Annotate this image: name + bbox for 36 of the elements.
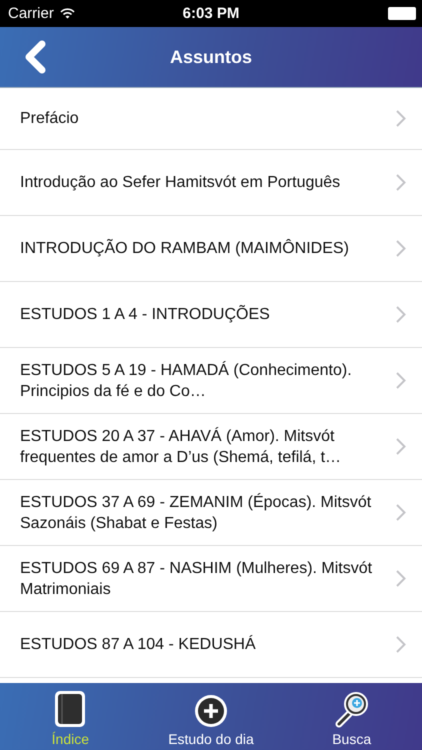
chevron-icon <box>396 570 406 587</box>
wifi-icon <box>60 8 75 19</box>
list-item[interactable]: ESTUDOS 37 A 69 - ZEMANIM (Épocas). Mitsvót Sazonáis (Shabat e Festas) <box>0 480 422 546</box>
item-title: ESTUDOS 69 A 87 - NASHIM (Mulheres). Mitsvót Matrimoniais <box>20 558 374 600</box>
chevron-icon <box>396 110 406 127</box>
item-title: ESTUDOS 37 A 69 - ZEMANIM (Épocas). Mitsvót Sazonáis (Shabat e Festas) <box>20 492 372 534</box>
item-title: Introdução ao Sefer Hamitsvót em Português <box>20 173 342 193</box>
list-item[interactable]: ESTUDOS 69 A 87 - NASHIM (Mulheres). Mitsvót Matrimoniais <box>0 546 422 612</box>
screen-title: Assuntos <box>170 46 252 68</box>
chevron-icon <box>396 504 406 521</box>
chevron-icon <box>396 372 406 389</box>
chevron-icon <box>396 174 406 191</box>
list-item[interactable]: INTRODUÇÃO DO RAMBAM (MAIMÔNIDES) <box>0 216 422 282</box>
item-title: INTRODUÇÃO DO RAMBAM (MAIMÔNIDES) <box>20 238 350 259</box>
list-item[interactable]: Introdução ao Sefer Hamitsvót em Português <box>0 150 422 216</box>
list-item[interactable]: ESTUDOS 20 A 37 - AHAVÁ (Amor). Mitsvót frequentes de amor a D’us (Shemá, tefilá, t… <box>0 414 422 480</box>
list-item[interactable]: ESTUDOS 87 A 104 - KEDUSHÁ <box>0 612 422 678</box>
list-item[interactable]: ESTUDOS 1 A 4 - INTRODUÇÕES <box>0 282 422 348</box>
list-item[interactable]: ESTUDOS 5 A 19 - HAMADÁ (Conhecimento). Principios da fé e do Co… <box>0 348 422 414</box>
chevron-icon <box>396 240 406 257</box>
item-title: ESTUDOS 1 A 4 - INTRODUÇÕES <box>20 304 271 325</box>
chevron-icon <box>396 636 406 653</box>
chevron-icon <box>396 438 406 455</box>
item-title: ESTUDOS 20 A 37 - AHAVÁ (Amor). Mitsvót frequentes de amor a D’us (Shemá, tefilá, t… <box>20 426 342 468</box>
tab[interactable]: Busca <box>281 683 422 750</box>
chevron-icon <box>396 306 406 323</box>
tab[interactable]: Índice <box>0 683 141 750</box>
carrier-label: Carrier <box>8 5 54 22</box>
battery-icon <box>388 7 416 20</box>
list-item[interactable]: Prefácio <box>0 88 422 150</box>
item-title: ESTUDOS 5 A 19 - HAMADÁ (Conhecimento). Principios da fé e do Co… <box>20 360 353 402</box>
item-title: Prefácio <box>20 109 80 129</box>
item-title: ESTUDOS 87 A 104 - KEDUSHÁ <box>20 634 257 655</box>
clock: 6:03 PM <box>182 5 240 22</box>
tab[interactable]: Estudo do dia <box>140 683 282 750</box>
search-icon <box>334 689 370 729</box>
